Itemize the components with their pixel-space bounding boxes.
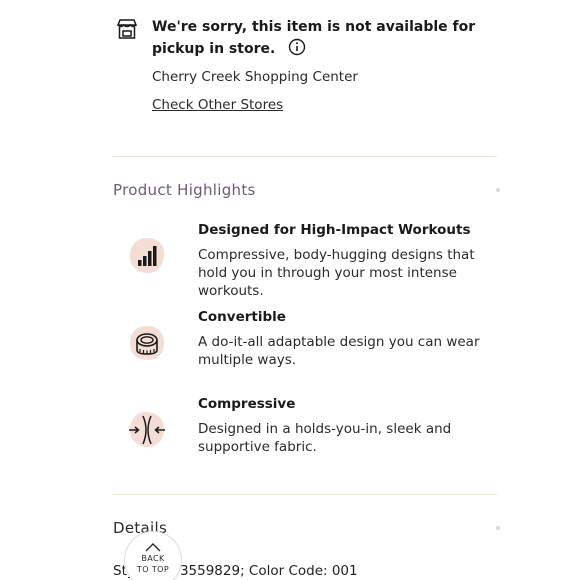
highlight-description: A do-it-all adaptable design you can wea… [198, 334, 480, 368]
collapse-indicator-icon[interactable] [496, 188, 500, 192]
signal-bars-icon [130, 238, 165, 274]
back-to-top-label-line1: BACK [141, 554, 165, 563]
pickup-message-text: We're sorry, this item is not available … [152, 19, 476, 57]
highlight-title: Designed for High-Impact Workouts [198, 222, 471, 238]
section-divider [113, 494, 497, 495]
product-highlights-heading[interactable]: Product Highlights [113, 181, 256, 199]
back-to-top-button[interactable]: BACK TO TOP [124, 531, 182, 580]
check-other-stores-link[interactable]: Check Other Stores [152, 97, 283, 113]
measuring-tape-icon [130, 326, 164, 360]
section-divider [113, 156, 497, 157]
chevron-up-icon [145, 543, 161, 552]
store-icon [116, 19, 138, 39]
info-icon[interactable] [288, 38, 306, 56]
highlight-description: Compressive, body-hugging designs that h… [198, 247, 475, 299]
collapse-indicator-icon[interactable] [496, 526, 500, 530]
store-name: Cherry Creek Shopping Center [152, 69, 358, 85]
back-to-top-label-line2: TO TOP [136, 565, 170, 574]
pickup-unavailable-message: We're sorry, this item is not available … [152, 16, 506, 60]
highlight-title: Convertible [198, 309, 286, 325]
highlight-title: Compressive [198, 396, 296, 412]
compress-arrows-icon [129, 411, 165, 448]
highlight-description: Designed in a holds-you-in, sleek and su… [198, 421, 452, 455]
